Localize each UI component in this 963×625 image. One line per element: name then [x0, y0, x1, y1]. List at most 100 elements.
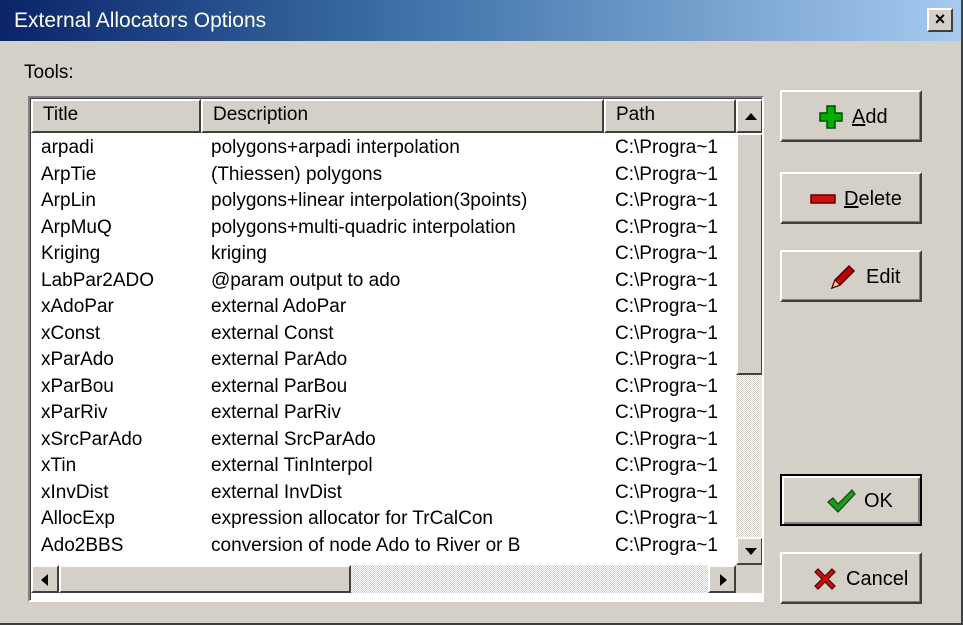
- table-row[interactable]: xParAdo external ParAdo C:\Progra~1: [31, 347, 736, 372]
- cancel-button[interactable]: Cancel: [780, 552, 922, 604]
- cell-path: C:\Progra~1: [615, 296, 718, 317]
- pencil-icon: [830, 264, 856, 290]
- table-row[interactable]: ArpLin polygons+linear interpolation(3poi…: [31, 188, 736, 213]
- column-header-description[interactable]: Description: [201, 99, 604, 133]
- cell-title: xInvDist: [41, 481, 109, 503]
- table-row[interactable]: ArpMuQ polygons+multi-quadric interpolati…: [31, 215, 736, 240]
- cell-description: @param output to ado: [211, 269, 401, 291]
- cell-title: xParRiv: [41, 402, 108, 423]
- cell-description: conversion of node Ado to River or B: [211, 534, 521, 556]
- table-row[interactable]: Kriging kriging C:\Progra~1: [31, 241, 736, 266]
- cell-path: C:\Progra~1: [615, 216, 718, 238]
- cell-path: C:\Progra~1: [615, 481, 718, 503]
- delete-button[interactable]: Delete: [780, 172, 922, 224]
- table-row[interactable]: Ado2BBS conversion of node Ado to River o…: [31, 533, 736, 558]
- dialog-window: External Allocators Options × Tools: Tit…: [0, 0, 963, 625]
- tools-list[interactable]: Title Description Path arpadi polygons+ar…: [28, 96, 764, 602]
- cell-title: xSrcParAdo: [41, 428, 143, 450]
- cell-title: Ado2BBS: [41, 534, 124, 556]
- cell-path: C:\Progra~1: [615, 269, 718, 291]
- cell-title: arpadi: [41, 137, 94, 158]
- cell-title: Kriging: [41, 243, 101, 264]
- cell-description: external TinInterpol: [211, 455, 373, 476]
- cell-title: ArpMuQ: [41, 216, 112, 238]
- cell-path: C:\Progra~1: [615, 375, 718, 397]
- cell-path: C:\Progra~1: [615, 243, 718, 264]
- right-arrow-icon: [720, 574, 727, 586]
- table-row[interactable]: xParBou external ParBou C:\Progra~1: [31, 374, 736, 399]
- close-button[interactable]: ×: [927, 8, 953, 32]
- edit-button[interactable]: Edit: [780, 250, 922, 302]
- add-button-label: Add: [852, 106, 888, 128]
- cell-description: (Thiessen) polygons: [211, 163, 383, 185]
- scroll-up-button[interactable]: [736, 99, 762, 133]
- column-header-title[interactable]: Title: [31, 99, 201, 133]
- down-arrow-icon: [745, 548, 757, 555]
- checkmark-icon: [827, 489, 856, 513]
- cell-path: C:\Progra~1: [615, 534, 718, 556]
- table-row[interactable]: xConst external Const C:\Progra~1: [31, 321, 736, 346]
- add-button[interactable]: Add: [780, 90, 922, 142]
- column-header-path[interactable]: Path: [604, 99, 736, 133]
- cell-title: ArpLin: [41, 190, 96, 211]
- table-row[interactable]: xSrcParAdo external SrcParAdo C:\Progra~1: [31, 427, 736, 452]
- cell-path: C:\Progra~1: [615, 190, 718, 211]
- cell-description: external Const: [211, 322, 334, 344]
- table-row[interactable]: ArpTie (Thiessen) polygons C:\Progra~1: [31, 162, 736, 187]
- ok-button[interactable]: OK: [780, 474, 922, 526]
- cell-path: C:\Progra~1: [615, 508, 718, 529]
- vertical-scroll-thumb[interactable]: [736, 133, 762, 375]
- cell-title: xParBou: [41, 375, 114, 397]
- cell-title: ArpTie: [41, 163, 97, 185]
- horizontal-scroll-thumb[interactable]: [59, 565, 351, 593]
- horizontal-scrollbar[interactable]: [31, 565, 736, 593]
- scroll-left-button[interactable]: [31, 565, 59, 593]
- scroll-right-button[interactable]: [708, 565, 736, 593]
- cell-description: external ParRiv: [211, 402, 341, 423]
- list-header: Title Description Path: [31, 99, 736, 133]
- table-row[interactable]: xParRiv external ParRiv C:\Progra~1: [31, 400, 736, 425]
- scroll-down-button[interactable]: [736, 537, 762, 565]
- cell-title: xAdoPar: [41, 296, 114, 317]
- close-icon: ×: [934, 9, 946, 29]
- table-row[interactable]: LabPar2ADO @param output to ado C:\Progra~…: [31, 268, 736, 293]
- cell-path: C:\Progra~1: [615, 455, 718, 476]
- scrollbar-corner: [736, 565, 762, 593]
- vertical-scrollbar[interactable]: [736, 99, 762, 565]
- cell-description: external SrcParAdo: [211, 428, 376, 450]
- delete-button-label: Delete: [844, 188, 902, 210]
- edit-button-label: Edit: [866, 266, 901, 288]
- tools-label: Tools:: [24, 62, 74, 83]
- cell-description: external ParBou: [211, 375, 348, 397]
- table-row[interactable]: xAdoPar external AdoPar C:\Progra~1: [31, 294, 736, 319]
- cell-path: C:\Progra~1: [615, 137, 718, 158]
- cell-description: polygons+multi-quadric interpolation: [211, 216, 516, 238]
- cell-description: kriging: [211, 243, 267, 264]
- cell-description: polygons+arpadi interpolation: [211, 137, 460, 158]
- cell-description: external InvDist: [211, 481, 342, 503]
- cell-path: C:\Progra~1: [615, 163, 718, 185]
- plus-icon: [819, 105, 843, 129]
- x-icon: [814, 568, 836, 590]
- table-row[interactable]: AllocExp expression allocator for TrCalCo…: [31, 506, 736, 531]
- minus-icon: [810, 194, 836, 204]
- ok-button-label: OK: [864, 490, 893, 512]
- cell-title: AllocExp: [41, 508, 115, 529]
- window-title: External Allocators Options: [14, 9, 267, 32]
- cell-path: C:\Progra~1: [615, 402, 718, 423]
- cell-title: xTin: [41, 455, 77, 476]
- table-row[interactable]: arpadi polygons+arpadi interpolation C:\Pr…: [31, 135, 736, 160]
- cell-description: external AdoPar: [211, 296, 347, 317]
- cell-title: xConst: [41, 322, 101, 344]
- cell-title: xParAdo: [41, 349, 114, 370]
- title-bar: External Allocators Options ×: [0, 0, 961, 41]
- cell-description: external ParAdo: [211, 349, 348, 370]
- cell-title: LabPar2ADO: [41, 269, 155, 291]
- cell-path: C:\Progra~1: [615, 428, 718, 450]
- cell-description: expression allocator for TrCalCon: [211, 508, 493, 529]
- list-rows: arpadi polygons+arpadi interpolation C:\Pr…: [31, 135, 736, 563]
- table-row[interactable]: xInvDist external InvDist C:\Progra~1: [31, 480, 736, 505]
- table-row[interactable]: xTin external TinInterpol C:\Progra~1: [31, 453, 736, 478]
- cell-path: C:\Progra~1: [615, 322, 718, 344]
- cell-path: C:\Progra~1: [615, 349, 718, 370]
